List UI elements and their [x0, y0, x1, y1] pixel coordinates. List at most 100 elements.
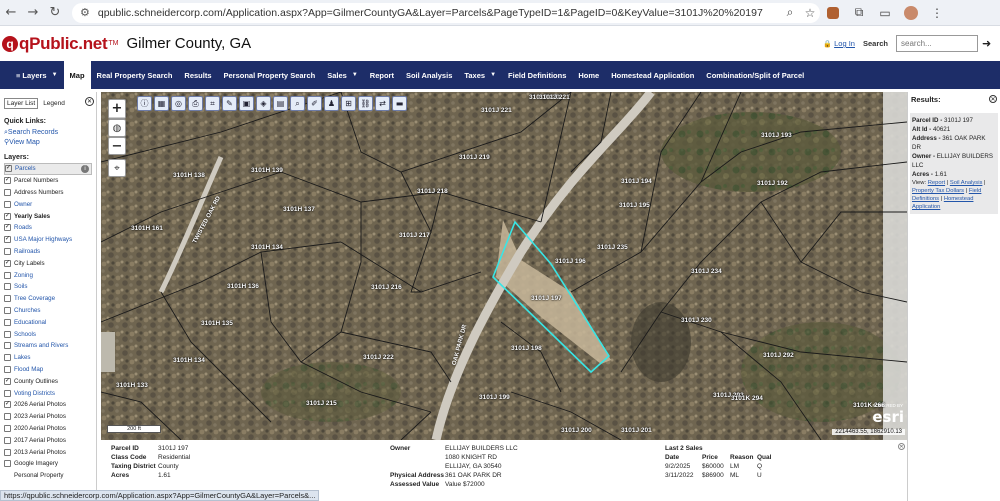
layer-checkbox[interactable] [4, 342, 11, 350]
layer-checkbox[interactable] [4, 448, 11, 456]
layer-item[interactable]: Churches [4, 305, 96, 317]
layer-item[interactable]: Google Imagery [4, 458, 96, 470]
layer-item[interactable]: ✓ Yearly Sales [4, 210, 96, 222]
layer-checkbox[interactable]: ✓ [4, 401, 11, 409]
share-icon[interactable]: ⇄ [375, 96, 390, 111]
edit-icon[interactable]: ✐ [307, 96, 322, 111]
layer-checkbox[interactable] [4, 188, 11, 196]
locate-icon[interactable]: ⌖ [108, 159, 126, 177]
layer-checkbox[interactable] [4, 271, 11, 279]
nav-item-real-property-search[interactable]: Real Property Search [91, 61, 179, 89]
quick-link[interactable]: ⚲View Map [4, 138, 96, 148]
layer-checkbox[interactable]: ✓ [4, 259, 11, 267]
layer-checkbox[interactable] [4, 247, 11, 255]
url-text[interactable]: qpublic.schneidercorp.com/Application.as… [98, 7, 780, 19]
zoom-icon[interactable]: ⌕ [780, 5, 800, 20]
layer-item[interactable]: 2023 Aerial Photos [4, 411, 96, 423]
layer-checkbox[interactable] [4, 295, 11, 303]
layer-checkbox[interactable]: ✓ [4, 212, 11, 220]
globe-icon[interactable]: ◍ [108, 119, 126, 137]
close-icon[interactable]: ✕ [898, 443, 905, 450]
layer-item[interactable]: Educational [4, 316, 96, 328]
close-icon[interactable]: ✕ [989, 95, 997, 103]
layer-checkbox[interactable]: ✓ [5, 165, 12, 173]
layer-item[interactable]: ✓ USA Major Highways [4, 234, 96, 246]
bookmark-star-icon[interactable]: ☆ [800, 6, 820, 20]
nav-item-layers[interactable]: ≡ Layers ▼ [10, 61, 64, 89]
layer-checkbox[interactable] [4, 413, 11, 421]
layer-checkbox[interactable]: ✓ [4, 224, 11, 232]
measure-icon[interactable]: ⌗ [205, 96, 220, 111]
layer-item[interactable]: ✓ 2026 Aerial Photos [4, 399, 96, 411]
layer-checkbox[interactable]: ✓ [4, 236, 11, 244]
cast-icon[interactable]: ▭ [872, 6, 898, 20]
result-card[interactable]: Parcel ID - 3101J 197 Alt Id - 40621 Add… [910, 113, 998, 214]
search-go-icon[interactable]: ➜ [982, 37, 994, 50]
layer-checkbox[interactable] [4, 436, 11, 444]
layer-item[interactable]: Schools [4, 328, 96, 340]
layer-item[interactable]: 2017 Aerial Photos [4, 434, 96, 446]
nav-item-map[interactable]: Map [63, 61, 91, 89]
aerial-icon[interactable]: ▣ [239, 96, 254, 111]
nav-item-homestead-application[interactable]: Homestead Application [605, 61, 700, 89]
layer-checkbox[interactable]: ✓ [4, 177, 11, 185]
quick-link[interactable]: ⌕Search Records [4, 128, 96, 138]
close-icon[interactable]: ✕ [85, 97, 94, 106]
profile-avatar[interactable] [898, 5, 924, 20]
layer-item[interactable]: ✓ Parcel Numbers [4, 175, 96, 187]
tab-legend[interactable]: Legend [43, 100, 65, 107]
layer-checkbox[interactable]: ✓ [4, 377, 11, 385]
layer-checkbox[interactable] [4, 389, 11, 397]
site-info-icon[interactable]: ⚙ [80, 6, 90, 19]
info-icon[interactable]: i [81, 164, 89, 173]
identify-icon[interactable]: ⓘ [137, 96, 152, 111]
layer-checkbox[interactable] [4, 306, 11, 314]
puzzle-extensions-icon[interactable]: ⧉ [846, 5, 872, 20]
zoom-to-icon[interactable]: ⌕ [290, 96, 305, 111]
layer-item[interactable]: Flood Map [4, 364, 96, 376]
layer-item[interactable]: 2013 Aerial Photos [4, 446, 96, 458]
layer-item[interactable]: Streams and Rivers [4, 340, 96, 352]
layer-checkbox[interactable] [4, 424, 11, 432]
save-icon[interactable]: ▬ [392, 96, 407, 111]
menu-kebab-icon[interactable]: ⋮ [924, 6, 950, 20]
layer-item[interactable]: Owner [4, 198, 96, 210]
layer-item[interactable]: Soils [4, 281, 96, 293]
map-view[interactable]: ⓘ ▦ ◎ ⎙ ⌗ ✎ ▣ ◈ ▤ ⌕ ✐ ♟ ⊞ ⛓ ⇄ ▬ + ◍ − ⌖ … [101, 92, 907, 440]
nav-item-report[interactable]: Report [364, 61, 400, 89]
layer-item[interactable]: ✓ Roads [4, 222, 96, 234]
select-parcel-icon[interactable]: ▦ [154, 96, 169, 111]
qpublic-logo[interactable]: q qPublic.net TM [2, 34, 118, 54]
layer-item[interactable]: Voting Districts [4, 387, 96, 399]
layer-item[interactable]: ✓ City Labels [4, 257, 96, 269]
nav-item-results[interactable]: Results [178, 61, 217, 89]
address-bar[interactable]: ⚙ qpublic.schneidercorp.com/Application.… [72, 2, 820, 23]
nav-item-combination-split-of-parcel[interactable]: Combination/Split of Parcel [700, 61, 810, 89]
nav-item-home[interactable]: Home [572, 61, 605, 89]
layer-item[interactable]: Railroads [4, 246, 96, 258]
person-icon[interactable]: ♟ [324, 96, 339, 111]
link-icon[interactable]: ⛓ [358, 96, 373, 111]
nav-item-soil-analysis[interactable]: Soil Analysis [400, 61, 458, 89]
print-icon[interactable]: ⎙ [188, 96, 203, 111]
nav-item-field-definitions[interactable]: Field Definitions [502, 61, 572, 89]
layer-checkbox[interactable] [4, 200, 11, 208]
layer-checkbox[interactable] [4, 460, 11, 468]
result-link[interactable]: Soil Analysis [950, 180, 983, 186]
pictometry-icon[interactable]: ▤ [273, 96, 288, 111]
forward-icon[interactable]: → [22, 2, 44, 24]
layer-item[interactable]: Personal Property [4, 470, 96, 482]
back-icon[interactable]: ← [0, 2, 22, 24]
layer-item[interactable]: Lakes [4, 352, 96, 364]
extension-icon[interactable] [820, 6, 846, 19]
login-link[interactable]: Log In [834, 39, 855, 48]
grid-icon[interactable]: ⊞ [341, 96, 356, 111]
layer-checkbox[interactable] [4, 330, 11, 338]
layer-checkbox[interactable] [4, 318, 11, 326]
reload-icon[interactable]: ↻ [44, 2, 66, 24]
zoom-in-button[interactable]: + [109, 100, 125, 118]
tab-layer-list[interactable]: Layer List [4, 98, 39, 109]
zoom-out-button[interactable]: − [108, 137, 126, 155]
nav-item-sales[interactable]: Sales ▼ [321, 61, 364, 89]
nav-item-taxes[interactable]: Taxes ▼ [458, 61, 502, 89]
